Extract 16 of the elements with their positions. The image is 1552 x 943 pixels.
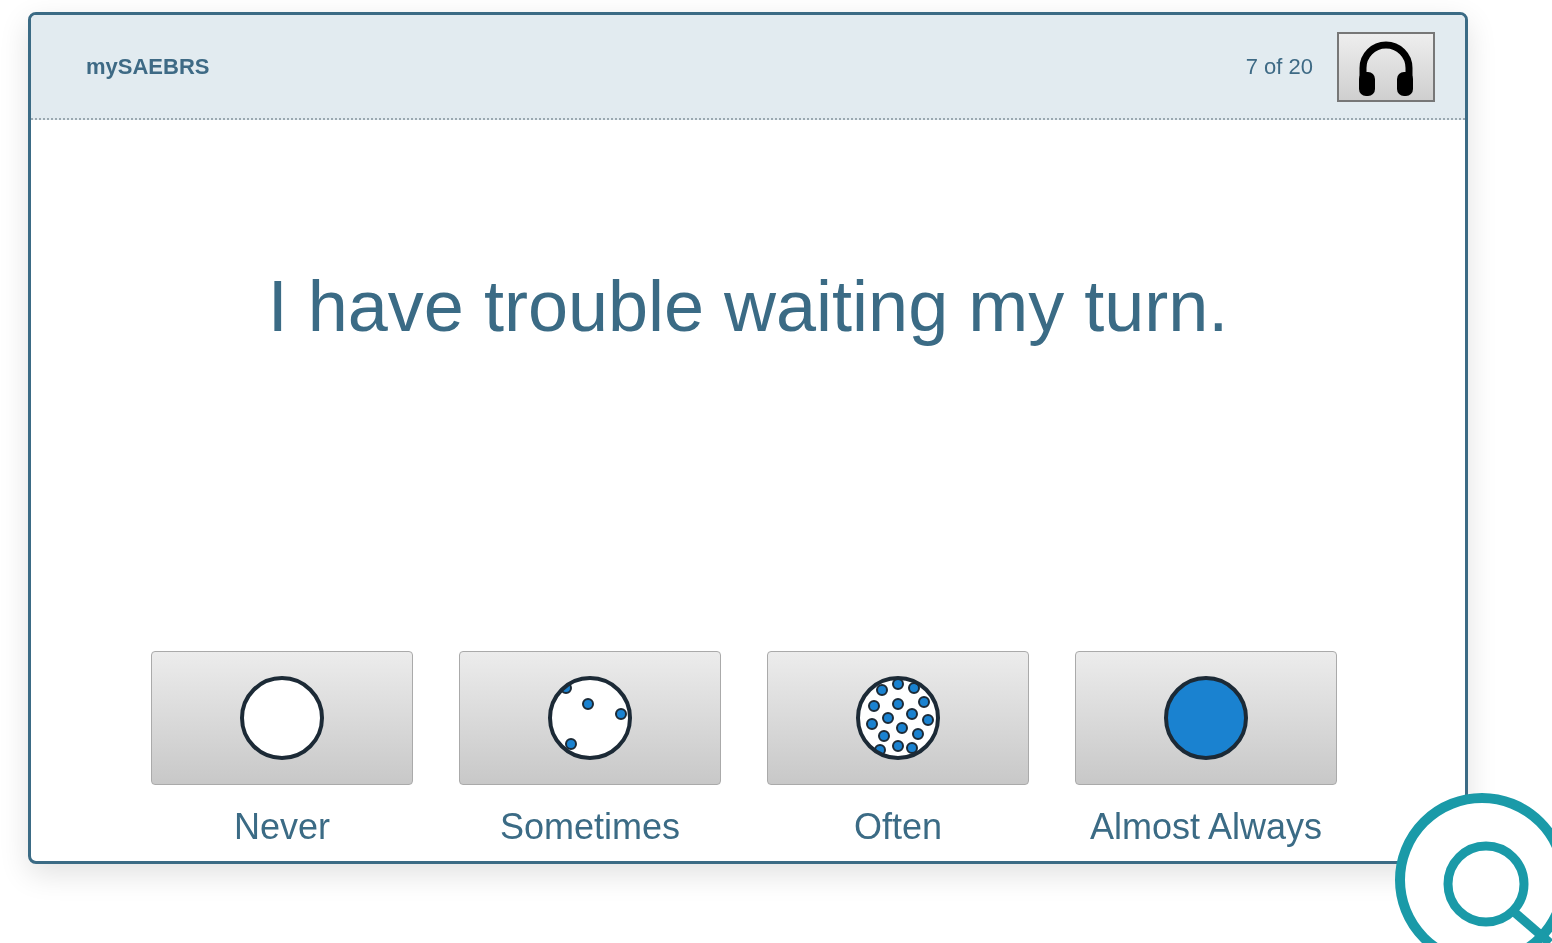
answer-label: Often bbox=[853, 807, 943, 847]
filled-circle-icon bbox=[1162, 674, 1250, 762]
audio-button[interactable] bbox=[1337, 31, 1435, 102]
dotted-circle-icon bbox=[546, 674, 634, 762]
answer-button[interactable] bbox=[1075, 651, 1337, 785]
answer-button[interactable] bbox=[151, 651, 413, 785]
answer-label: Almost Always bbox=[1089, 807, 1323, 847]
progress-counter: 7 of 20 bbox=[1245, 53, 1313, 80]
dotted-circle-icon bbox=[854, 674, 942, 762]
answer-button[interactable] bbox=[767, 651, 1029, 785]
answer-label: Sometimes bbox=[499, 807, 681, 847]
question-text: I have trouble waiting my turn. bbox=[266, 265, 1230, 348]
answer-label: Never bbox=[234, 807, 330, 847]
brand-name: mySAEBRS bbox=[86, 53, 211, 80]
answer-button[interactable] bbox=[459, 651, 721, 785]
empty-circle-icon bbox=[238, 674, 326, 762]
